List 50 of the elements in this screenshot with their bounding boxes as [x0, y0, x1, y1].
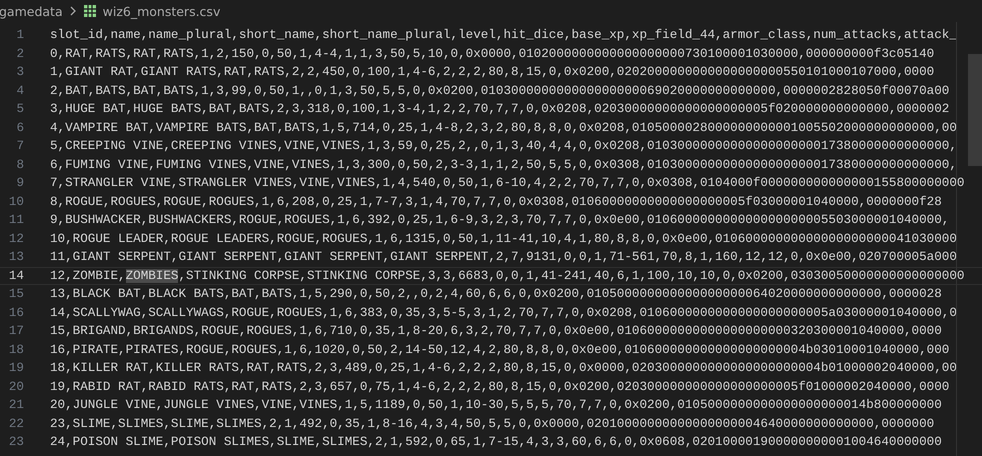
line-number: 21 [8, 398, 24, 412]
line-number: 10 [8, 194, 24, 209]
code-line: 5,CREEPING VINE,CREEPING VINES,VINE,VINES,1,3,59,0,25,2,,0,1,3,40,4,4,0,0x0208,0103000000000000000000017380000000000000, [50, 139, 957, 154]
code-line: 23,SLIME,SLIMES,SLIME,SLIMES,2,1,492,0,35,1,8-16,4,3,4,50,5,5,0,0x0000,02010000000000000000004640000000000000,0000000 [50, 416, 934, 431]
line-number: 13 [8, 250, 24, 264]
code-line: 12,ZOMBIE,ZOMBIES,STINKING CORPSE,STINKING CORPSE,3,3,6683,0,0,1,41-241,40,6,1,100,10,10,0,0x0200,03030050000000000000000 [50, 268, 964, 283]
code-line: 18,KILLER RAT,KILLER RATS,RAT,RATS,2,3,489,0,25,1,4-6,2,2,2,80,8,15,0,0x0000,0203000000000000000000004b01000002040000,00 [50, 361, 957, 376]
line-number: 18 [8, 342, 24, 357]
line-number: 20 [8, 380, 24, 394]
line-number: 12 [8, 232, 24, 246]
line-number: 2 [15, 46, 24, 61]
code-line: 16,PIRATE,PIRATES,ROGUE,ROGUES,1,6,1020,0,50,2,14-50,12,4,2,80,8,8,0,0x0e00,010600000000000000000004b03010001040000,000 [50, 342, 950, 357]
code-line: 3,HUGE BAT,HUGE BATS,BAT,BATS,2,3,318,0,100,1,3-4,1,2,2,70,7,7,0,0x0208,02030000000000000000005f020000000000000,0000002 [50, 102, 950, 116]
breadcrumb-file[interactable]: wiz6_monsters.csv [102, 4, 220, 18]
line-number: 15 [8, 287, 24, 302]
chevron-icon [68, 5, 77, 17]
code-line: 13,BLACK BAT,BLACK BATS,BAT,BATS,1,5,290,0,50,2,,0,2,4,60,6,6,0,0x0200,010500000000000000000064020000000000000,0000028 [50, 287, 942, 302]
code-line: 10,ROGUE LEADER,ROGUE LEADERS,ROGUE,ROGUES,1,6,1315,0,50,1,11-41,10,4,1,80,8,8,0,0x0e00,01060000000000000000000041030000 [50, 232, 957, 246]
line-number: 17 [8, 324, 24, 338]
code-line: slot_id,name,name_plural,short_name,short_name_plural,level,hit_dice,base_xp,xp_field_44,armor_class,num_attacks,attack_ [50, 28, 957, 42]
line-number: 4 [15, 84, 24, 98]
breadcrumb-folder[interactable]: gamedata [0, 4, 63, 18]
line-number: 16 [8, 306, 24, 320]
line-number: 8 [15, 158, 24, 172]
code-line: 1,GIANT RAT,GIANT RATS,RAT,RATS,2,2,450,0,100,1,4-6,2,2,2,80,8,15,0,0x0200,0202000000000000000000550101000107000,0000 [50, 65, 934, 80]
code-line: 8,ROGUE,ROGUES,ROGUE,ROGUES,1,6,208,0,25,1,7-7,3,1,4,70,7,7,0,0x0308,01060000000000000000005f03000001040000,0000000f28 [50, 194, 942, 209]
line-number: 22 [8, 416, 24, 431]
code-line: 6,FUMING VINE,FUMING VINES,VINE,VINES,1,3,300,0,50,2,3-3,1,1,2,50,5,5,0,0x0308,0103000000000000000000017380000000000000, [50, 158, 957, 172]
line-number: 9 [15, 176, 24, 190]
code-line: 20,JUNGLE VINE,JUNGLE VINES,VINE,VINES,1,5,1189,0,50,1,10-30,5,5,5,70,7,7,0,0x0200,0105000000000000000000014b800000000 [50, 398, 942, 412]
line-number: 3 [15, 65, 24, 80]
code-line: 9,BUSHWACKER,BUSHWACKERS,ROGUE,ROGUES,1,6,392,0,25,1,6-9,3,2,3,70,7,7,0,0x0e00,010600000000000000000005503000001040000, [50, 213, 950, 228]
code-line: 4,VAMPIRE BAT,VAMPIRE BATS,BAT,BATS,1,5,714,0,25,1,4-8,2,3,2,80,8,8,0,0x0208,0105000028000000000001005502000000000000,00 [50, 120, 957, 135]
line-number: 7 [15, 139, 24, 154]
code-line: 2,BAT,BATS,BAT,BATS,1,3,99,0,50,1,,0,1,3,50,5,5,0,0x0200,010300000000000000000069020000000000000,0000002828050f00070a00 [50, 84, 950, 98]
code-line: 19,RABID RAT,RABID RATS,RAT,RATS,2,3,657,0,75,1,4-6,2,2,2,80,8,15,0,0x0200,020300000000000000000005f01000002040000,0000 [50, 380, 950, 394]
code-line: 14,SCALLYWAG,SCALLYWAGS,ROGUE,ROGUES,1,6,383,0,35,3,5-5,3,1,2,70,7,7,0,0x0208,0106000000000000000000005a03000001040000,0 [50, 306, 957, 320]
code-line: 0,RAT,RATS,RAT,RATS,1,2,150,0,50,1,4-4,1,1,3,50,5,10,0,0x0000,0102000000000000000000730100001030000,000000000f3c05140 [50, 46, 934, 61]
line-number: 19 [8, 361, 24, 376]
line-number: 11 [8, 213, 24, 228]
code-line: 7,STRANGLER VINE,STRANGLER VINES,VINE,VINES,1,4,540,0,50,1,6-10,4,2,2,70,7,7,0,0x0308,0104000f000000000000000155800000000 [50, 176, 964, 190]
code-line: 15,BRIGAND,BRIGANDS,ROGUE,ROGUES,1,6,710,0,35,1,8-20,6,3,2,70,7,7,0,0x0e00,01060000000000000000000320300001040000,0000 [50, 324, 942, 338]
line-number: 23 [8, 435, 24, 450]
spreadsheet-icon [82, 4, 97, 18]
code-line: 24,POISON SLIME,POISON SLIMES,SLIME,SLIMES,2,1,592,0,65,1,7-15,4,3,3,60,6,6,0,0x0608,020100001900000000001004640000000 [50, 435, 942, 450]
line-number: 14 [8, 268, 24, 283]
line-number: 1 [15, 28, 24, 42]
line-number: 6 [15, 120, 24, 135]
line-number: 5 [15, 102, 24, 116]
code-line: 11,GIANT SERPENT,GIANT SERPENT,GIANT SERPENT,GIANT SERPENT,2,7,9131,0,0,1,71-561,70,8,1,160,12,12,0,0x0e00,020700005a000 [50, 250, 957, 264]
